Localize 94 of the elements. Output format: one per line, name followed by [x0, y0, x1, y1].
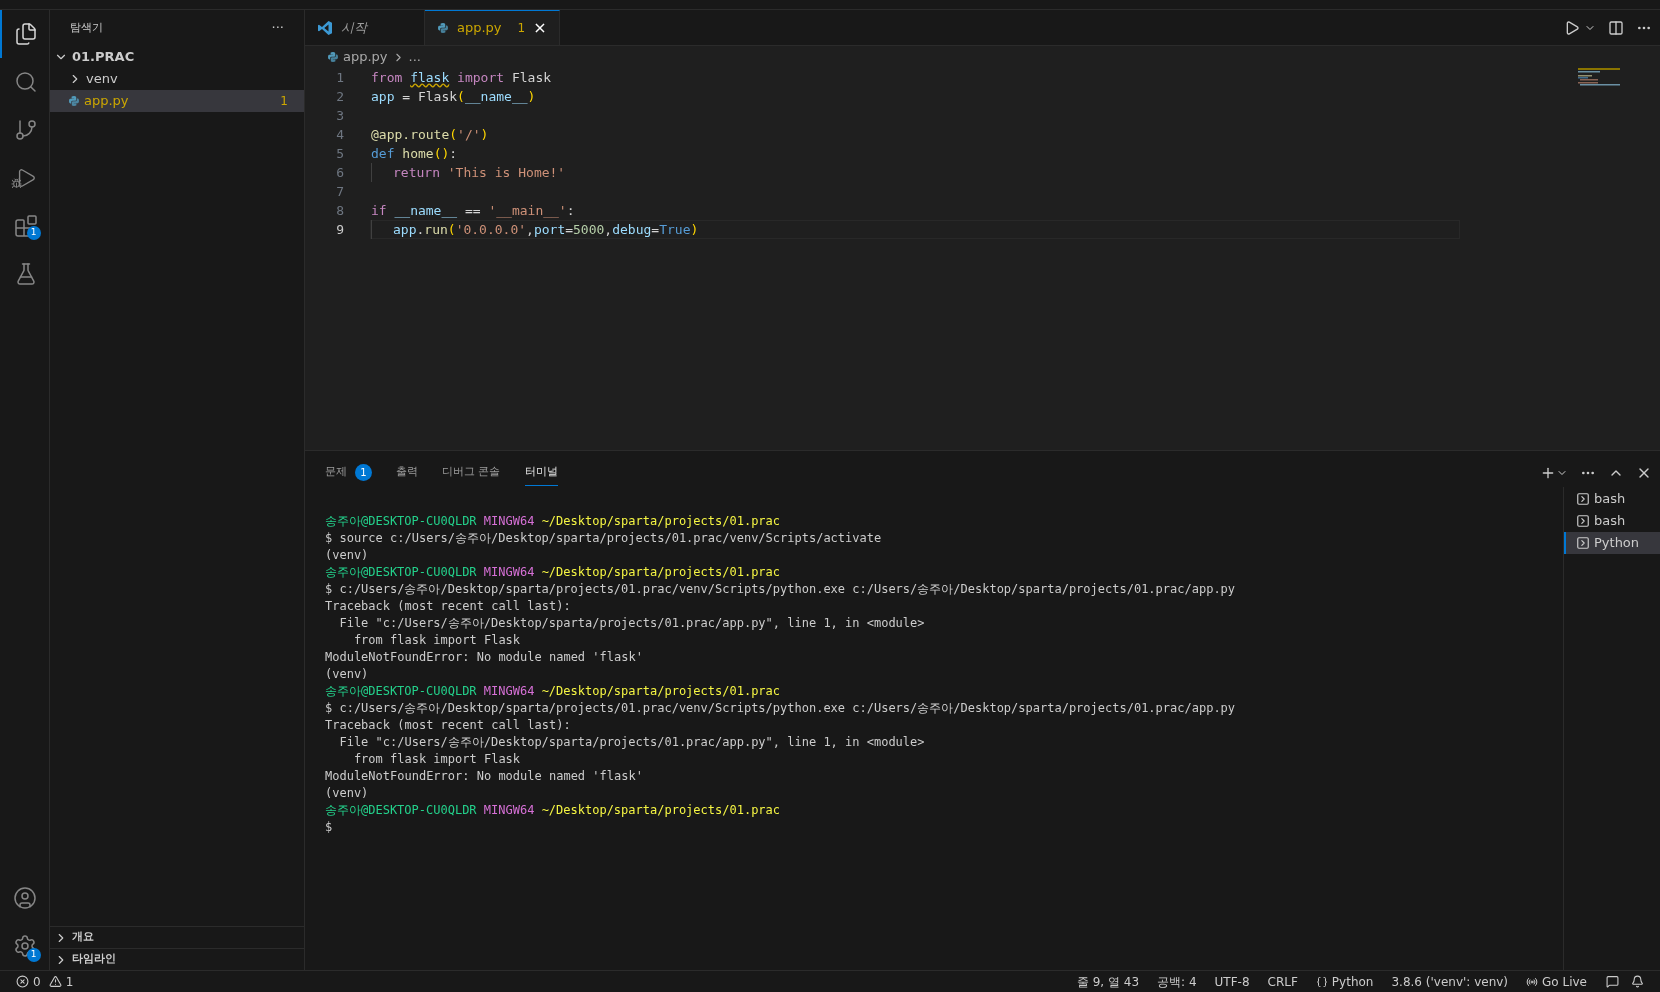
files-icon [13, 22, 38, 46]
terminal-line: $ [325, 819, 334, 836]
panel-tab[interactable]: 문제 1 [325, 460, 372, 486]
terminal-line: ModuleNotFoundError: No module named 'flask' [325, 649, 644, 666]
braces-icon [1315, 975, 1328, 988]
activity-bar-item[interactable]: 1 [0, 202, 50, 250]
line-number: 6 [335, 163, 344, 182]
warning-icon [48, 975, 62, 988]
folder-row[interactable]: venv [50, 68, 304, 90]
folder-row[interactable]: 01.PRAC [50, 46, 304, 68]
broadcast-icon [1526, 975, 1539, 988]
file-row[interactable]: app.py 1 [50, 90, 304, 112]
terminal-line: ModuleNotFoundError: No module named 'flask' [325, 768, 644, 785]
code-line: if __name__ == '__main__': [370, 201, 576, 220]
vscode-logo-icon [317, 19, 333, 36]
line-number: 8 [335, 201, 344, 220]
settings-icon [12, 934, 37, 958]
terminal-line: Traceback (most recent call last): [325, 598, 572, 615]
activity-bar-item[interactable]: 1 [0, 922, 50, 970]
terminal-line: from flask import Flask [352, 632, 522, 649]
terminal-list-item[interactable]: Python [1564, 532, 1660, 554]
code-line: @app.route('/') [370, 125, 490, 144]
terminal-line: 송주아@DESKTOP-CU0QLDR MINGW64 ~/Desktop/sparta/projects/01.prac [325, 802, 782, 819]
line-number: 7 [335, 182, 344, 201]
python-file-icon [327, 51, 339, 63]
search-icon [13, 70, 38, 94]
code-line: from flask import Flask [370, 68, 553, 87]
terminal-line: (venv) [325, 666, 370, 683]
terminal-list-item[interactable]: bash [1564, 488, 1660, 510]
terminal-line: 송주아@DESKTOP-CU0QLDR MINGW64 ~/Desktop/sparta/projects/01.prac [325, 564, 782, 581]
terminal-line: $ c:/Users/송주아/Desktop/sparta/projects/01.prac/venv/Scripts/python.exe c:/Users/송주아/Desktop/sparta/projects/01.prac/app.py [325, 581, 1237, 598]
terminal-icon [1576, 514, 1590, 528]
run-debug-icon [14, 167, 37, 189]
panel-tab[interactable]: 출력 [396, 460, 418, 486]
code-line: app = Flask(__name__) [370, 87, 537, 106]
line-number: 1 [335, 68, 344, 87]
status-item[interactable]: 3.8.6 ('venv': venv) [1384, 972, 1516, 991]
breadcrumb-item[interactable]: app.py [343, 47, 388, 67]
terminal-line: $ source c:/Users/송주아/Desktop/sparta/projects/01.prac/venv/Scripts/activate [325, 530, 883, 547]
count-badge: 1 [26, 948, 41, 962]
error-count[interactable]: 0 [33, 972, 41, 991]
terminal-list-item[interactable]: bash [1564, 510, 1660, 532]
account-icon [12, 886, 37, 910]
line-number: 9 [335, 220, 344, 239]
status-item[interactable]: 줄 9, 열 43 [1069, 972, 1147, 991]
terminal-line: File "c:/Users/송주아/Desktop/sparta/projects/01.prac/app.py", line 1, in <module> [338, 734, 926, 751]
close-button[interactable]: × [533, 16, 547, 40]
terminal-line: from flask import Flask [352, 751, 522, 768]
terminal-line: (venv) [325, 547, 370, 564]
terminal-line: $ c:/Users/송주아/Desktop/sparta/projects/01.prac/venv/Scripts/python.exe c:/Users/송주아/Desktop/sparta/projects/01.prac/app.py [325, 700, 1237, 717]
problem-count: 1 [280, 93, 288, 110]
feedback-icon[interactable] [1606, 975, 1619, 988]
extensions-icon [13, 214, 38, 238]
section-header[interactable]: 개요 [50, 926, 304, 948]
terminal-line: 송주아@DESKTOP-CU0QLDR MINGW64 ~/Desktop/sparta/projects/01.prac [325, 513, 782, 530]
sidebar-title: 탐색기 [70, 19, 103, 36]
terminal-line: Traceback (most recent call last): [325, 717, 572, 734]
branch-icon [13, 118, 38, 142]
status-item[interactable]: CRLF [1260, 972, 1305, 991]
run-icon[interactable] [1564, 19, 1580, 36]
status-item[interactable]: Go Live [1519, 972, 1594, 991]
panel-tab[interactable]: 디버그 콘솔 [442, 460, 501, 486]
line-number: 5 [335, 144, 344, 163]
line-number: 2 [335, 87, 344, 106]
tree-label: venv [86, 70, 119, 89]
new-terminal-icon[interactable] [1540, 465, 1556, 481]
line-number: 3 [335, 106, 344, 125]
terminal-icon [1576, 536, 1590, 550]
editor-tab[interactable]: app.py 1 × [425, 10, 560, 45]
code-line: return 'This is Home!' [370, 163, 1460, 182]
code-line: def home(): [370, 144, 459, 163]
more-actions-button[interactable]: ··· [271, 18, 284, 38]
terminal-line: (venv) [325, 785, 370, 802]
tree-label: app.py [84, 92, 130, 111]
breadcrumb-item[interactable]: ... [408, 47, 421, 67]
tree-label: 01.PRAC [72, 48, 136, 67]
terminal-line: File "c:/Users/송주아/Desktop/sparta/projects/01.prac/app.py", line 1, in <module> [338, 615, 926, 632]
python-file-icon [437, 22, 449, 34]
warning-count[interactable]: 1 [65, 972, 74, 991]
split-editor-icon[interactable] [1608, 19, 1624, 36]
panel-tab[interactable]: 터미널 [524, 460, 558, 486]
terminal-line: 송주아@DESKTOP-CU0QLDR MINGW64 ~/Desktop/sparta/projects/01.prac [325, 683, 782, 700]
terminal-icon [1576, 492, 1590, 506]
line-number: 4 [335, 125, 344, 144]
count-badge: 1 [26, 226, 41, 240]
minimap-drawing [1578, 68, 1620, 86]
bell-icon[interactable] [1631, 975, 1644, 988]
problem-count: 1 [517, 20, 526, 37]
status-item[interactable]: Python [1308, 972, 1381, 991]
status-item[interactable]: 공백: 4 [1150, 972, 1204, 991]
error-icon [16, 975, 29, 988]
python-file-icon [68, 95, 80, 107]
count-badge: 1 [355, 464, 372, 481]
status-item[interactable]: UTF-8 [1207, 972, 1257, 991]
